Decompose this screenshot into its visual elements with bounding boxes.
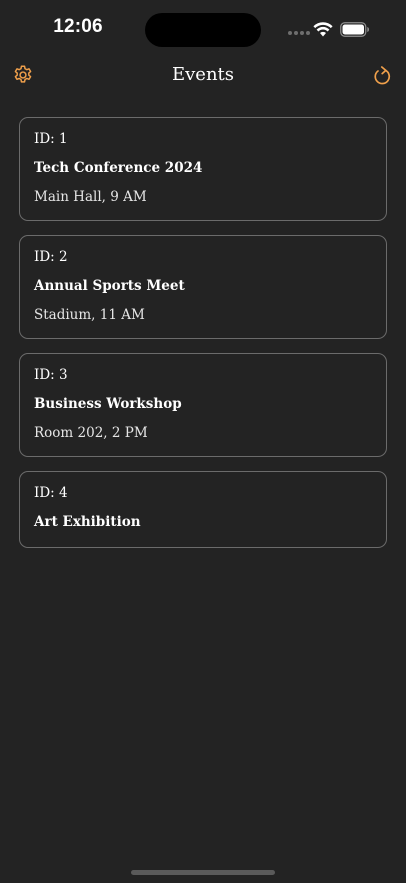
status-time: 12:06 <box>53 16 103 37</box>
event-card[interactable]: ID: 1 Tech Conference 2024 Main Hall, 9 … <box>19 117 387 221</box>
event-id: ID: 3 <box>34 367 68 383</box>
event-id: ID: 4 <box>34 485 68 501</box>
home-indicator <box>131 870 275 875</box>
event-card[interactable]: ID: 2 Annual Sports Meet Stadium, 11 AM <box>19 235 387 339</box>
battery-icon <box>340 22 369 37</box>
event-title: Art Exhibition <box>34 514 141 530</box>
event-title: Business Workshop <box>34 396 182 412</box>
page-title: Events <box>171 64 235 85</box>
nav-bar: Events <box>0 58 406 94</box>
event-title: Annual Sports Meet <box>34 278 185 294</box>
event-id: ID: 1 <box>34 131 68 147</box>
status-bar: 12:06 <box>0 0 406 60</box>
event-title: Tech Conference 2024 <box>34 160 203 176</box>
dynamic-island <box>145 13 261 47</box>
cellular-signal-icon <box>288 31 310 35</box>
event-id: ID: 2 <box>34 249 68 265</box>
refresh-icon[interactable] <box>372 65 392 87</box>
event-location-time: Stadium, 11 AM <box>34 307 145 323</box>
wifi-icon <box>313 22 333 37</box>
event-list: ID: 1 Tech Conference 2024 Main Hall, 9 … <box>19 117 387 562</box>
event-location-time: Room 202, 2 PM <box>34 425 148 441</box>
event-card[interactable]: ID: 4 Art Exhibition <box>19 471 387 548</box>
event-location-time: Main Hall, 9 AM <box>34 189 147 205</box>
event-card[interactable]: ID: 3 Business Workshop Room 202, 2 PM <box>19 353 387 457</box>
